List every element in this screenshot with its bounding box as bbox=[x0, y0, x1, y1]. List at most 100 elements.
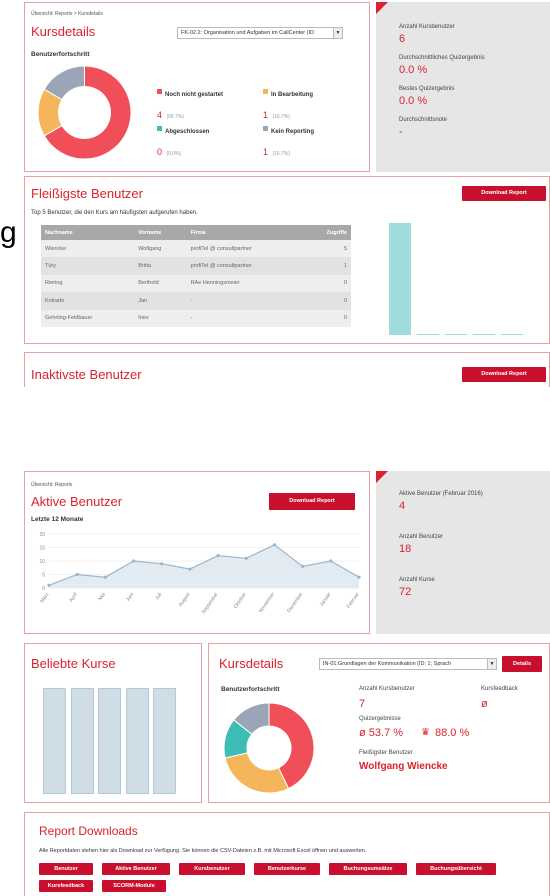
kursdetails2-title: Kursdetails bbox=[219, 656, 284, 671]
progress-donut bbox=[37, 65, 132, 160]
spacer bbox=[0, 387, 550, 465]
fleissig-value[interactable]: Wolfgang Wiencke bbox=[359, 761, 448, 772]
stat-label: Anzahl Kurse bbox=[399, 577, 435, 583]
stat-label: Durchschnittsnote bbox=[399, 117, 448, 123]
table-cell: 5 bbox=[303, 240, 351, 258]
x-tick-label: August bbox=[178, 591, 192, 608]
x-tick-label: November bbox=[258, 591, 276, 614]
aktive-line-chart: 0 5 10 15 20 März April Mai Juni Juli August Septem… bbox=[39, 532, 360, 615]
beliebte-bars bbox=[43, 686, 193, 794]
course-bar[interactable] bbox=[125, 688, 149, 794]
stat-item: Anzahl Kursbenutzer 6 bbox=[399, 24, 455, 45]
legend-label: In Bearbeitung bbox=[271, 92, 314, 98]
zugriffe-bar bbox=[389, 223, 411, 335]
stat-item: Bestes Quizergebnis 0.0 % bbox=[399, 86, 454, 107]
inaktivste-title: Inaktivste Benutzer bbox=[31, 367, 142, 382]
data-point bbox=[47, 583, 51, 587]
y-tick-label: 5 bbox=[42, 573, 45, 579]
stat-value: 0.0 % bbox=[399, 95, 428, 107]
downloads-text: Alle Reportdaten stehen hier als Downloa… bbox=[39, 848, 367, 854]
course-select[interactable]: FK-02.2: Organisation und Aufgaben im Ca… bbox=[177, 27, 343, 39]
chevron-down-icon: ▼ bbox=[333, 28, 342, 38]
legend-value: 0 bbox=[157, 147, 163, 157]
feedback-value: ø bbox=[481, 698, 488, 710]
stats-panel: Anzahl Kursbenutzer 6 Durchschnittliches Q… bbox=[376, 2, 550, 172]
download-csv-button[interactable]: SCORM-Module bbox=[102, 880, 166, 892]
column-header[interactable]: Zugriffe bbox=[303, 225, 351, 240]
download-report-button-2[interactable]: Download Report bbox=[462, 367, 546, 382]
stat-label: Anzahl Kursbenutzer bbox=[399, 24, 455, 30]
donut-slice bbox=[224, 752, 290, 794]
column-header[interactable]: Firma bbox=[186, 225, 304, 240]
legend-pct: (0.0%) bbox=[166, 151, 182, 157]
course-select-2[interactable]: IN-01:Grundlagen der Kommunikation (ID: … bbox=[319, 658, 497, 670]
x-tick-label: Mai bbox=[97, 592, 107, 602]
course-select-value: FK-02.2: Organisation und Aufgaben im Ca… bbox=[181, 30, 314, 36]
aktive-title: Aktive Benutzer bbox=[31, 494, 123, 509]
x-tick-label: Juni bbox=[125, 592, 135, 603]
stat-label: Anzahl Benutzer bbox=[399, 534, 444, 540]
data-point bbox=[244, 556, 248, 560]
stat-value: 0.0 % bbox=[399, 64, 428, 76]
legend-item: Abgeschlossen 0 (0.0%) bbox=[157, 120, 209, 160]
line-area bbox=[49, 544, 359, 588]
data-point bbox=[188, 567, 192, 571]
course-bar[interactable] bbox=[43, 688, 66, 794]
x-tick-label: März bbox=[39, 591, 51, 604]
kursdetails-card: Übersicht: Reports > Kursdetails Kursdet… bbox=[24, 2, 370, 172]
stat-value: 18 bbox=[399, 543, 412, 555]
table-cell: 0 bbox=[303, 274, 351, 293]
table-cell: Türy bbox=[41, 257, 135, 275]
legend-pct: (16.7%) bbox=[272, 151, 290, 157]
table-cell: Kotrade bbox=[41, 292, 135, 310]
stat-label: Aktive Benutzer (Februar 2016) bbox=[399, 491, 483, 497]
table-cell: Ines bbox=[134, 309, 187, 327]
download-csv-button[interactable]: Aktive Benutzer bbox=[102, 863, 170, 875]
table-cell: Gehrling-Feldbauer bbox=[41, 309, 135, 327]
download-csv-button[interactable]: Buchungsumsätze bbox=[329, 863, 407, 875]
data-point bbox=[329, 559, 333, 563]
details-button[interactable]: Details bbox=[502, 656, 542, 672]
table-cell: Berthold bbox=[134, 274, 187, 293]
table-cell: - bbox=[186, 292, 304, 310]
x-tick-label: Oktober bbox=[233, 591, 248, 609]
download-report-button-3[interactable]: Download Report bbox=[269, 493, 355, 510]
trophy-icon: ♛ bbox=[421, 727, 430, 738]
course-bar[interactable] bbox=[153, 688, 176, 794]
fleissigste-subtitle: Top 5 Benutzer, die den Kurs am häufigst… bbox=[31, 210, 198, 216]
download-csv-button[interactable]: Buchungsübersicht bbox=[416, 863, 496, 875]
x-tick-label: Dezember bbox=[286, 591, 304, 614]
course-bar[interactable] bbox=[70, 688, 94, 794]
table-cell: - bbox=[186, 309, 304, 327]
aktive-card: Übersicht: Reports Aktive Benutzer Downl… bbox=[24, 471, 370, 634]
x-tick-label: Januar bbox=[319, 591, 333, 607]
quiz-label: Quizergebnisse bbox=[359, 716, 401, 722]
fleissig-label: Fleißigster Benutzer bbox=[359, 750, 413, 756]
stat-item: Anzahl Kurse 72 bbox=[399, 577, 435, 598]
legend-item: Noch nicht gestartet 4 (66.7%) bbox=[157, 83, 223, 123]
table-cell: 0 bbox=[303, 309, 351, 327]
table-row: Wiencke Wolfgang profiTel @ consultpartner… bbox=[41, 240, 351, 258]
y-tick-label: 0 bbox=[42, 586, 45, 592]
download-csv-button[interactable]: Benutzerkurse bbox=[254, 863, 320, 875]
stat-value: 4 bbox=[399, 500, 406, 512]
corner-marker bbox=[376, 2, 388, 14]
anzahl-label: Anzahl Kursbenutzer bbox=[359, 686, 415, 692]
data-point bbox=[75, 572, 79, 577]
y-tick-label: 15 bbox=[39, 546, 45, 552]
y-tick-label: 10 bbox=[39, 559, 45, 565]
download-report-button[interactable]: Download Report bbox=[462, 186, 546, 201]
zugriffe-bar bbox=[417, 334, 439, 335]
course-select-2-value: IN-01:Grundlagen der Kommunikation (ID: … bbox=[323, 661, 452, 667]
beliebte-card: Beliebte Kurse bbox=[24, 643, 202, 803]
legend-swatch bbox=[263, 89, 268, 95]
column-header[interactable]: Nachname bbox=[41, 225, 135, 240]
course-bar[interactable] bbox=[98, 688, 121, 794]
download-csv-button[interactable]: Kursfeedback bbox=[39, 880, 93, 892]
download-csv-button[interactable]: Benutzer bbox=[39, 863, 93, 875]
inaktivste-card: Inaktivste Benutzer Download Report bbox=[24, 352, 550, 388]
download-csv-button[interactable]: Kursbenutzer bbox=[179, 863, 245, 875]
legend-label: Kein Reporting bbox=[271, 129, 314, 135]
column-header[interactable]: Vorname bbox=[134, 225, 187, 240]
progress-donut-2 bbox=[223, 702, 315, 794]
